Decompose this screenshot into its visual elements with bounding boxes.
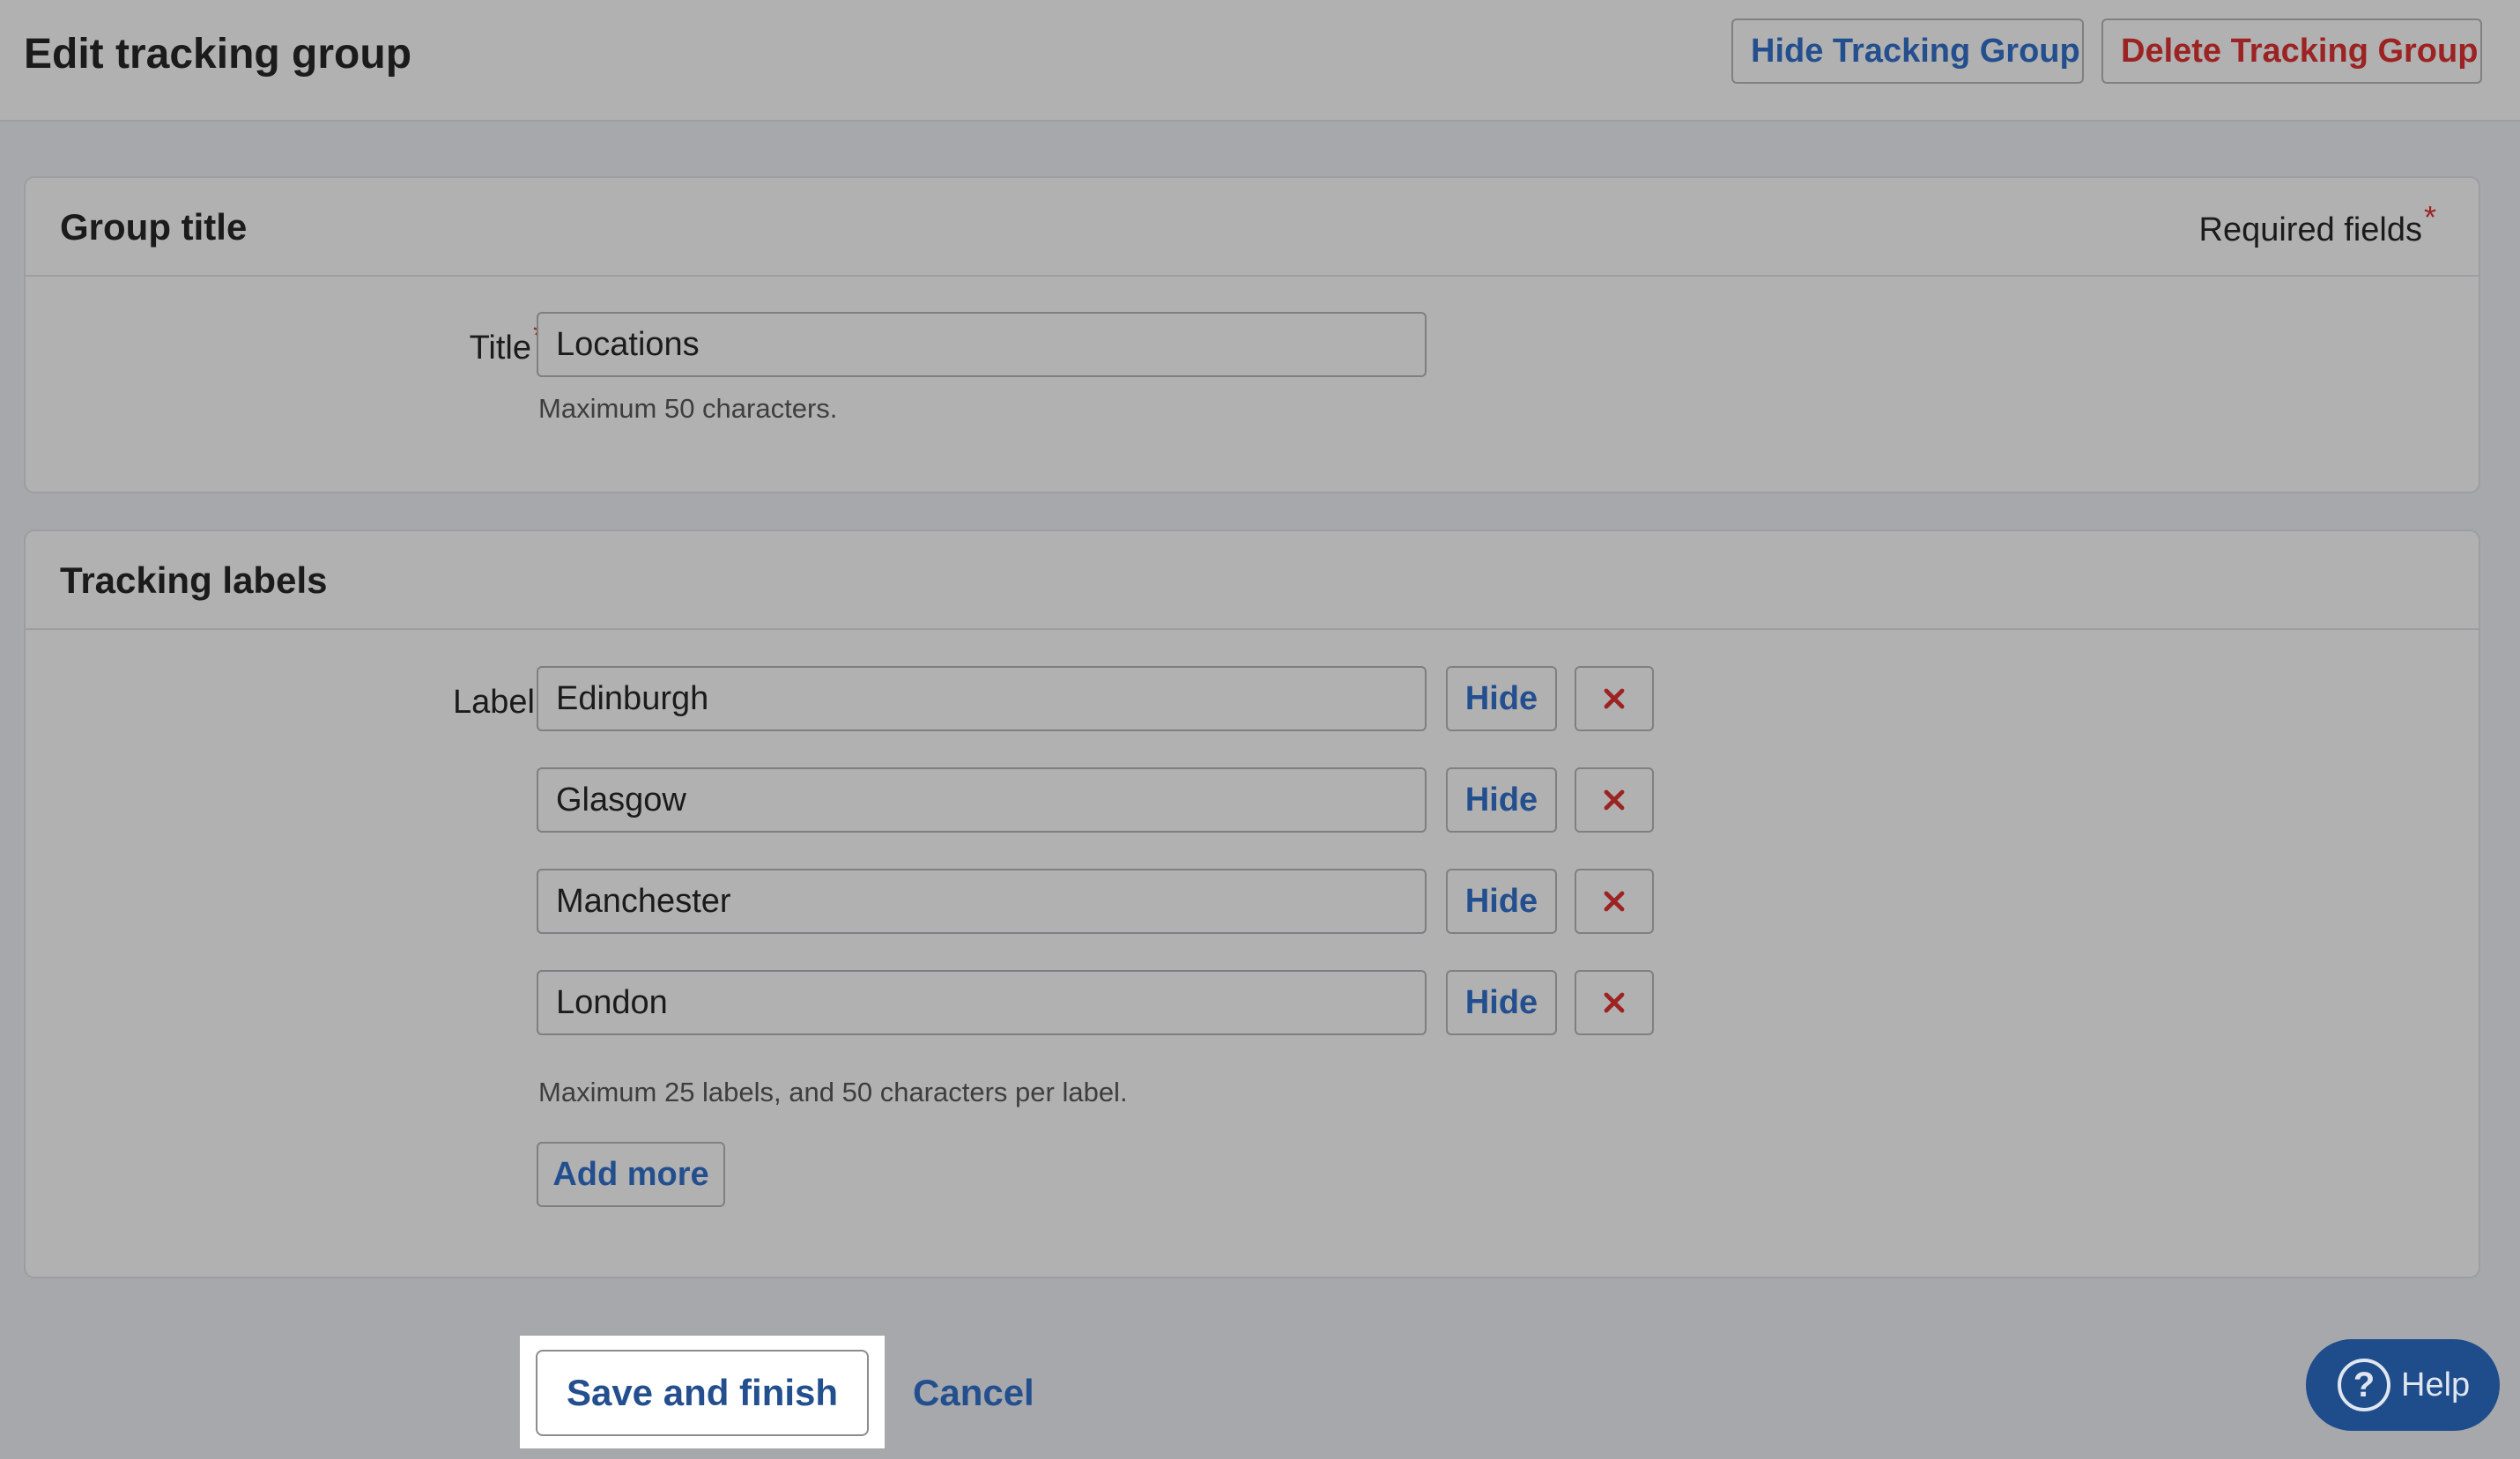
tracking-labels-panel-header: Tracking labels bbox=[26, 531, 2479, 630]
labels-hint: Maximum 25 labels, and 50 characters per… bbox=[538, 1077, 1128, 1107]
label-input-edinburgh[interactable] bbox=[537, 666, 1427, 731]
remove-label-button[interactable] bbox=[1575, 869, 1654, 934]
title-label-text: Title bbox=[469, 330, 531, 367]
title-field-label: Title* bbox=[440, 317, 545, 370]
save-and-finish-button[interactable]: Save and finish bbox=[536, 1350, 869, 1436]
remove-label-button[interactable] bbox=[1575, 666, 1654, 731]
label-input-london[interactable] bbox=[537, 970, 1427, 1035]
tracking-labels-panel: Tracking labels Label Hide Hide Hide Hid… bbox=[24, 530, 2480, 1278]
cancel-link[interactable]: Cancel bbox=[913, 1371, 1034, 1415]
hide-label-button[interactable]: Hide bbox=[1446, 666, 1557, 731]
help-label: Help bbox=[2401, 1366, 2471, 1403]
group-title-panel-header: Group title Required fields* bbox=[26, 178, 2479, 277]
label-input-glasgow[interactable] bbox=[537, 767, 1427, 833]
close-x-icon bbox=[1604, 992, 1625, 1013]
remove-label-button[interactable] bbox=[1575, 970, 1654, 1035]
delete-tracking-group-button[interactable]: Delete Tracking Group bbox=[2101, 19, 2482, 84]
help-button[interactable]: ? Help bbox=[2306, 1339, 2500, 1431]
title-hint: Maximum 50 characters. bbox=[538, 393, 838, 424]
required-fields-note: Required fields* bbox=[2198, 199, 2437, 252]
label-input-manchester[interactable] bbox=[537, 869, 1427, 934]
required-asterisk: * bbox=[2423, 199, 2436, 235]
question-circle-icon: ? bbox=[2338, 1359, 2390, 1411]
close-x-icon bbox=[1604, 891, 1625, 912]
label-field-label: Label bbox=[453, 684, 535, 721]
close-x-icon bbox=[1604, 789, 1625, 811]
hide-label-button[interactable]: Hide bbox=[1446, 767, 1557, 833]
hide-label-button[interactable]: Hide bbox=[1446, 970, 1557, 1035]
remove-label-button[interactable] bbox=[1575, 767, 1654, 833]
group-title-heading: Group title bbox=[60, 206, 248, 248]
required-fields-text: Required fields bbox=[2198, 211, 2422, 248]
tracking-labels-heading: Tracking labels bbox=[60, 559, 328, 601]
group-title-panel: Group title Required fields* Title* Maxi… bbox=[24, 176, 2480, 493]
hide-label-button[interactable]: Hide bbox=[1446, 869, 1557, 934]
page-header: Edit tracking group Hide Tracking Group … bbox=[0, 0, 2520, 122]
hide-tracking-group-button[interactable]: Hide Tracking Group bbox=[1731, 19, 2084, 84]
title-input[interactable] bbox=[537, 312, 1427, 377]
page-title: Edit tracking group bbox=[24, 31, 412, 78]
close-x-icon bbox=[1604, 688, 1625, 709]
add-more-button[interactable]: Add more bbox=[537, 1142, 725, 1207]
